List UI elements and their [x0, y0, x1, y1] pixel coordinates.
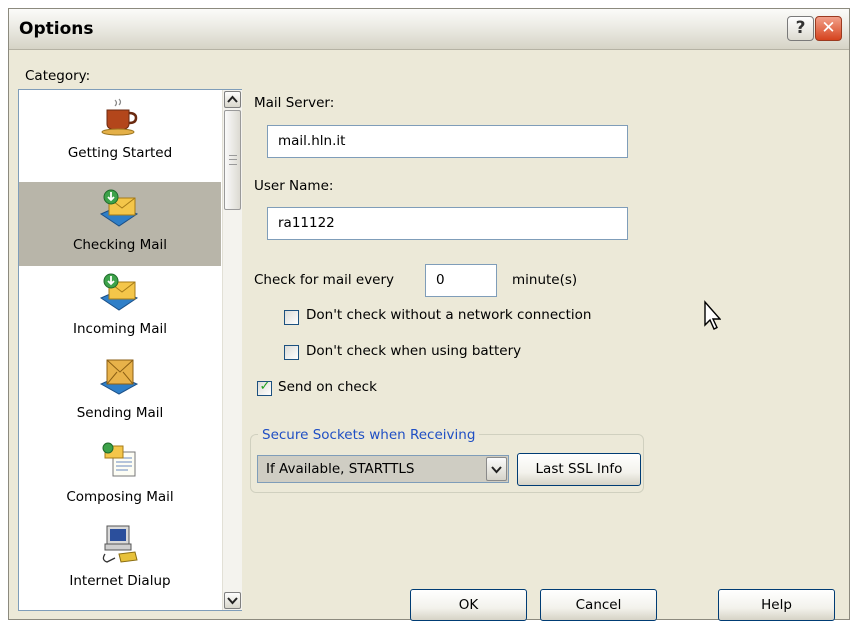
category-list[interactable]: Getting Started Checking Mail Incoming M… [18, 89, 242, 611]
help-title-button[interactable]: ? [787, 16, 814, 41]
chevron-up-icon [227, 95, 238, 103]
chevron-down-icon [491, 466, 502, 474]
mail-server-input[interactable]: mail.hln.it [267, 125, 628, 158]
checkmark-icon: ✓ [259, 379, 271, 394]
secure-sockets-select[interactable]: If Available, STARTTLS [257, 455, 509, 483]
user-name-label: User Name: [254, 178, 334, 194]
minutes-unit-label: minute(s) [512, 272, 578, 288]
category-item-sending-mail[interactable]: Sending Mail [19, 350, 221, 434]
no-network-checkbox[interactable] [284, 310, 299, 325]
coffee-cup-icon [101, 98, 138, 136]
chevron-down-icon [227, 597, 238, 605]
ok-button[interactable]: OK [410, 589, 527, 621]
last-ssl-info-button[interactable]: Last SSL Info [517, 453, 641, 486]
battery-checkbox[interactable] [284, 345, 299, 360]
cancel-button[interactable]: Cancel [540, 589, 657, 621]
category-label-composing-mail: Composing Mail [66, 489, 174, 505]
secure-sockets-legend: Secure Sockets when Receiving [258, 427, 480, 443]
no-network-label[interactable]: Don't check without a network connection [306, 307, 591, 323]
dropdown-button[interactable] [486, 457, 507, 481]
category-label-internet-dialup: Internet Dialup [69, 573, 171, 589]
category-label-incoming-mail: Incoming Mail [73, 321, 167, 337]
category-label-sending-mail: Sending Mail [76, 405, 164, 421]
sending-mail-icon [99, 359, 139, 395]
category-item-internet-dialup[interactable]: Internet Dialup [19, 518, 221, 602]
category-label: Category: [25, 68, 91, 84]
composing-mail-icon [102, 442, 136, 477]
category-item-checking-mail[interactable]: Checking Mail [19, 182, 221, 266]
category-item-incoming-mail[interactable]: Incoming Mail [19, 266, 221, 350]
category-scrollbar[interactable] [222, 90, 242, 610]
check-interval-input[interactable]: 0 [425, 264, 497, 297]
scroll-thumb[interactable] [224, 110, 241, 210]
incoming-mail-icon [99, 273, 139, 311]
send-on-check-label[interactable]: Send on check [278, 379, 377, 395]
category-item-getting-started[interactable]: Getting Started [19, 90, 221, 174]
category-label-getting-started: Getting Started [67, 145, 173, 161]
mouse-cursor-icon [704, 300, 721, 330]
title-bar[interactable]: Options ? ✕ [9, 9, 849, 50]
send-on-check-checkbox[interactable]: ✓ [257, 379, 272, 396]
scroll-up-button[interactable] [224, 91, 241, 108]
user-name-input[interactable]: ra11122 [267, 207, 628, 240]
help-button[interactable]: Help [718, 589, 835, 621]
check-mail-icon [99, 189, 139, 227]
grip-icon [229, 155, 237, 165]
check-every-label: Check for mail every [254, 272, 395, 288]
dialog-title: Options [19, 19, 94, 39]
dialup-computer-icon [102, 525, 138, 563]
category-item-composing-mail[interactable]: Composing Mail [19, 434, 221, 518]
secure-sockets-selected: If Available, STARTTLS [266, 461, 415, 477]
category-label-checking-mail: Checking Mail [72, 237, 168, 253]
close-button[interactable]: ✕ [815, 16, 842, 41]
mail-server-label: Mail Server: [254, 95, 335, 111]
scroll-down-button[interactable] [224, 592, 241, 609]
battery-label[interactable]: Don't check when using battery [306, 343, 521, 359]
